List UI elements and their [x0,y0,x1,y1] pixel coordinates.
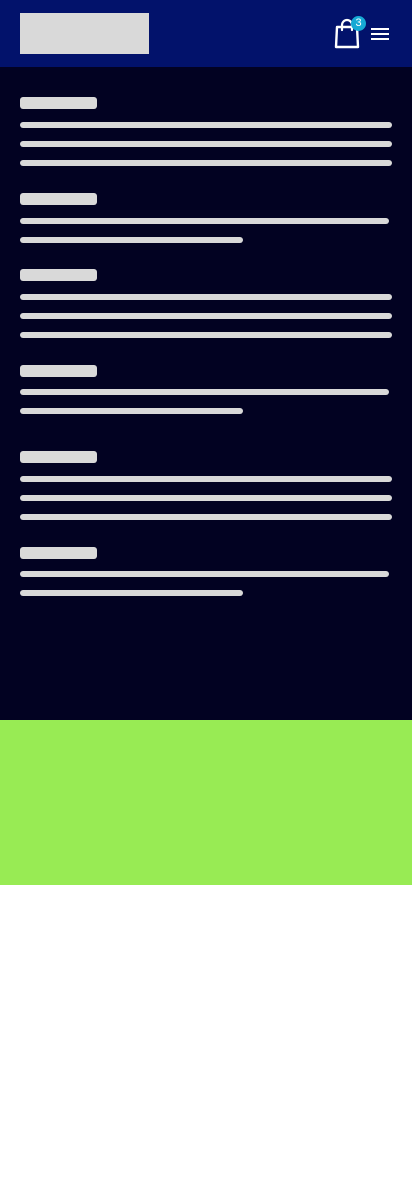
text-line-placeholder [20,514,392,520]
footer-band [0,720,412,885]
text-line-placeholder [20,495,392,501]
text-line-placeholder [20,476,392,482]
text-line-placeholder [20,160,392,166]
menu-button[interactable] [370,25,390,43]
text-line-placeholder [20,590,243,596]
cart-button[interactable]: 3 [333,16,366,49]
text-line-placeholder [20,408,243,414]
logo-placeholder[interactable] [20,13,149,54]
text-line-placeholder [20,237,243,243]
content-area [0,67,412,720]
text-line-placeholder [20,122,392,128]
text-line-placeholder [20,141,392,147]
section-title-placeholder [20,547,97,559]
cart-count-badge: 3 [351,16,366,31]
text-line-placeholder [20,571,389,577]
text-line-placeholder [20,332,392,338]
text-line-placeholder [20,218,389,224]
section-title-placeholder [20,451,97,463]
text-line-placeholder [20,389,389,395]
text-line-placeholder [20,294,392,300]
page: 3 [0,0,412,1194]
section-title-placeholder [20,269,97,281]
site-header: 3 [0,0,412,67]
section-title-placeholder [20,193,97,205]
section-title-placeholder [20,365,97,377]
text-line-placeholder [20,313,392,319]
section-title-placeholder [20,97,97,109]
